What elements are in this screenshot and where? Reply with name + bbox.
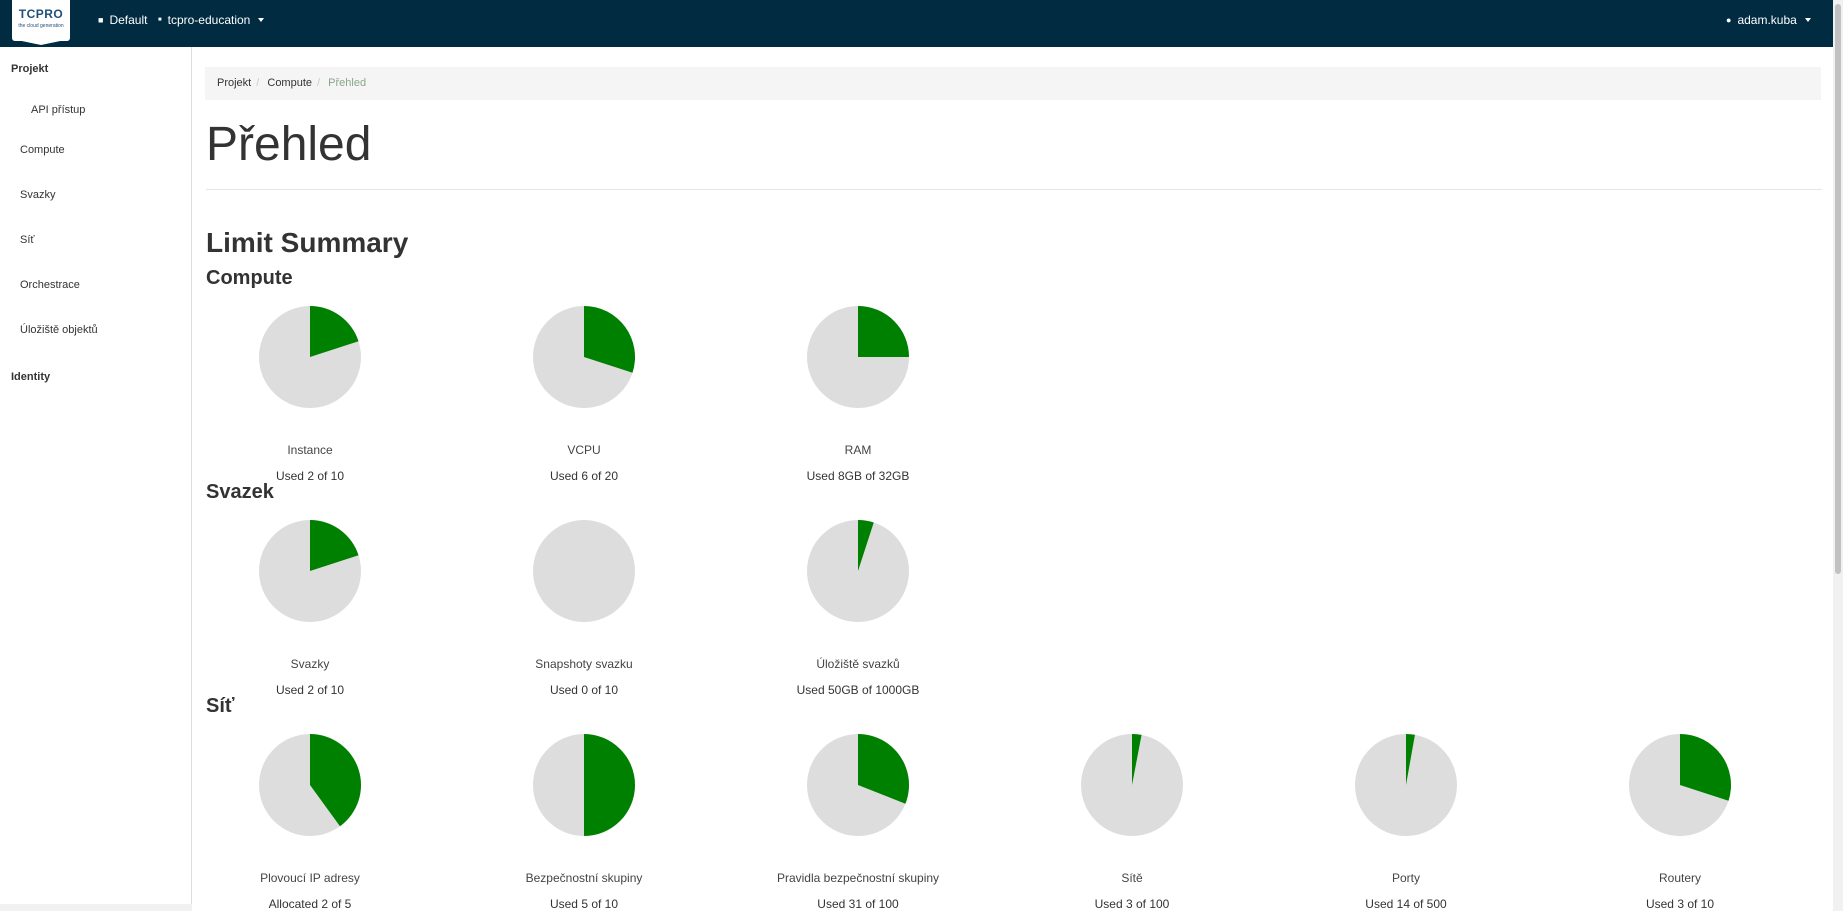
quota-chart: RAM Used 8GB of 32GB [758, 305, 958, 483]
logo-tail [12, 39, 70, 45]
pie-slice-free [533, 520, 635, 622]
sidebar-item-compute[interactable]: Compute [20, 144, 65, 156]
chart-label: Plovoucí IP adresy [260, 871, 360, 885]
page-title: Přehled [206, 118, 372, 171]
chart-usage-text: Used 0 of 10 [549, 683, 619, 697]
quota-chart: Úložiště svazků Used 50GB of 1000GB [758, 519, 958, 697]
chart-usage-text: Used 3 of 10 [1645, 897, 1715, 911]
chevron-down-icon [1804, 18, 1811, 22]
pie-chart [807, 734, 909, 836]
user-label: adam.kuba [1737, 13, 1797, 27]
main-content: Projekt / Compute / Přehled Přehled Limit … [193, 47, 1830, 911]
pie-chart [259, 734, 361, 836]
chart-usage-text: Used 3 of 100 [1094, 897, 1170, 911]
quota-chart: Pravidla bezpečnostní skupiny Used 31 of … [758, 733, 958, 911]
logo-text: TCPRO [18, 7, 64, 21]
section-heading: Compute [206, 267, 293, 289]
project-label: tcpro-education [167, 13, 251, 27]
divider [206, 189, 1822, 190]
pie-chart [1355, 734, 1457, 836]
chart-label: RAM [844, 443, 872, 457]
sidebar-item-sit[interactable]: Síť [20, 234, 35, 246]
chart-label: Porty [1391, 871, 1420, 885]
pie-chart [533, 734, 635, 836]
sidebar-item-svazky[interactable]: Svazky [20, 189, 55, 201]
scrollbar-thumb[interactable] [1835, 4, 1841, 574]
breadcrumb-projekt[interactable]: Projekt [217, 77, 251, 89]
quota-chart: VCPU Used 6 of 20 [484, 305, 684, 483]
logo[interactable]: TCPRO the cloud generation [12, 0, 70, 41]
limit-summary-heading: Limit Summary [206, 227, 409, 258]
chart-usage-text: Used 8GB of 32GB [806, 469, 910, 483]
sidebar-item-identity[interactable]: Identity [11, 371, 50, 383]
breadcrumb-compute[interactable]: Compute [267, 77, 312, 89]
chart-usage-text: Used 2 of 10 [275, 683, 345, 697]
quota-chart: Instance Used 2 of 10 [210, 305, 410, 483]
breadcrumb: Projekt / Compute / Přehled [205, 67, 1821, 100]
user-icon: ● [1726, 15, 1732, 25]
sidebar-item-api[interactable]: API přístup [31, 104, 85, 116]
chart-label: Routery [1658, 871, 1702, 885]
pie-chart [533, 520, 635, 622]
project-selector[interactable]: ■ tcpro-education [158, 13, 265, 27]
quota-chart: Svazky Used 2 of 10 [210, 519, 410, 697]
sidebar-horizontal-scrollbar[interactable] [0, 904, 192, 911]
breadcrumb-current: Přehled [328, 77, 367, 89]
sidebar: Projekt API přístup Compute Svazky Síť O… [0, 47, 192, 911]
top-navbar: TCPRO the cloud generation ■ Default ■ t… [0, 0, 1843, 47]
sidebar-item-projekt[interactable]: Projekt [11, 63, 48, 75]
chart-usage-text: Used 50GB of 1000GB [796, 683, 920, 697]
quota-chart: Sítě Used 3 of 100 [1032, 733, 1232, 911]
chart-usage-text: Used 5 of 10 [549, 897, 619, 911]
pie-chart [259, 520, 361, 622]
quota-chart: Porty Used 14 of 500 [1306, 733, 1506, 911]
quota-chart: Routery Used 3 of 10 [1580, 733, 1780, 911]
chart-label: Svazky [290, 657, 330, 671]
pie-chart [533, 306, 635, 408]
vertical-scrollbar[interactable] [1833, 0, 1843, 911]
chart-usage-text: Used 6 of 20 [549, 469, 619, 483]
chart-label: Pravidla bezpečnostní skupiny [776, 871, 940, 885]
pie-chart [807, 306, 909, 408]
pie-slice-used [858, 306, 909, 357]
chart-usage-text: Allocated 2 of 5 [268, 897, 352, 911]
chart-label: Bezpečnostní skupiny [525, 871, 643, 885]
chart-label: Úložiště svazků [816, 657, 900, 671]
domain-icon: ■ [98, 15, 104, 25]
user-menu[interactable]: ● adam.kuba [1726, 13, 1811, 27]
section-heading: Svazek [206, 481, 274, 503]
sidebar-item-orchestrace[interactable]: Orchestrace [20, 279, 80, 291]
quota-chart: Snapshoty svazku Used 0 of 10 [484, 519, 684, 697]
domain-label: Default [109, 13, 148, 27]
pie-chart [1081, 734, 1183, 836]
domain-selector[interactable]: ■ Default [98, 13, 147, 27]
logo-tagline: the cloud generation [18, 23, 64, 29]
chart-usage-text: Used 14 of 500 [1365, 897, 1447, 911]
chart-label: Instance [287, 443, 333, 457]
pie-chart [807, 520, 909, 622]
chevron-down-icon [258, 18, 265, 22]
sidebar-item-uloziste[interactable]: Úložiště objektů [20, 324, 98, 336]
pie-slice-used [584, 734, 635, 836]
pie-chart [1629, 734, 1731, 836]
pie-chart [259, 306, 361, 408]
project-icon: ■ [158, 17, 162, 23]
quota-chart: Bezpečnostní skupiny Used 5 of 10 [484, 733, 684, 911]
chart-label: VCPU [567, 443, 601, 457]
chart-label: Sítě [1121, 871, 1143, 885]
chart-usage-text: Used 31 of 100 [817, 897, 899, 911]
section-heading: Síť [206, 695, 235, 717]
quota-chart: Plovoucí IP adresy Allocated 2 of 5 [210, 733, 410, 911]
chart-label: Snapshoty svazku [535, 657, 633, 671]
